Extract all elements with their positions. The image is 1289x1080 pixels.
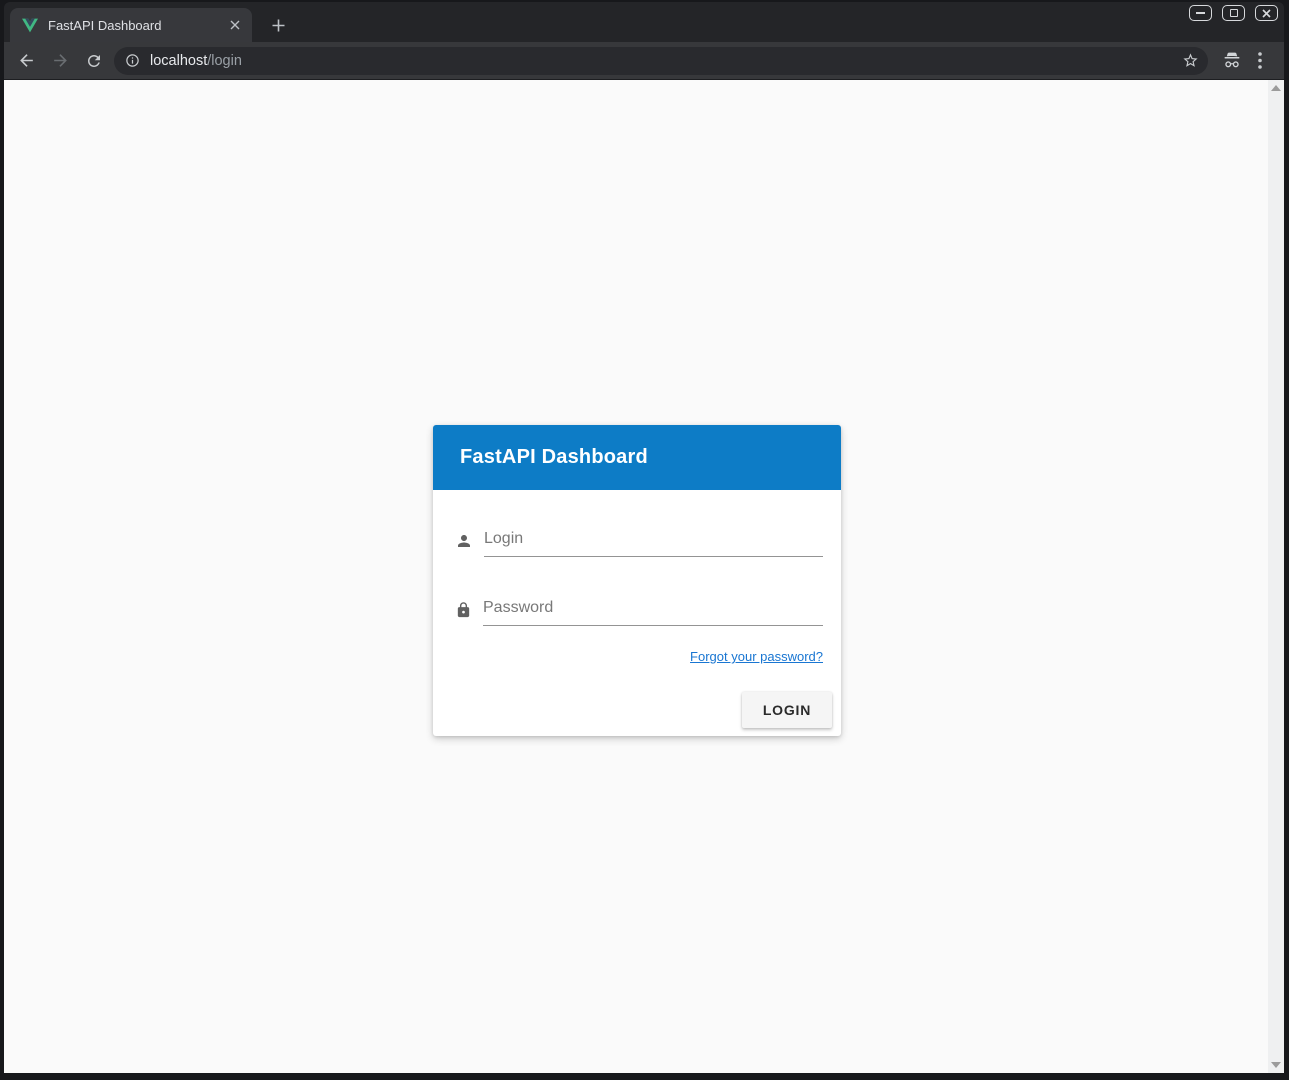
tab-close-icon[interactable]	[226, 16, 244, 34]
password-field-row	[455, 595, 823, 626]
login-card-body: Forgot your password? LOGIN	[433, 490, 841, 736]
browser-tab[interactable]: FastAPI Dashboard	[10, 8, 252, 42]
lock-icon	[455, 601, 472, 619]
scrollbar-down-icon[interactable]	[1271, 1062, 1281, 1068]
incognito-icon	[1218, 47, 1246, 75]
address-bar[interactable]: localhost/login	[114, 47, 1208, 75]
card-actions: LOGIN	[455, 692, 832, 728]
forward-arrow-icon[interactable]	[46, 47, 74, 75]
browser-window: FastAPI Dashboard	[0, 0, 1289, 1080]
new-tab-button[interactable]	[266, 13, 290, 37]
url-host: localhost	[150, 53, 207, 69]
login-card-header: FastAPI Dashboard	[433, 425, 841, 490]
minimize-button-icon[interactable]	[1189, 5, 1212, 21]
site-info-icon[interactable]	[125, 53, 140, 68]
reload-icon[interactable]	[80, 47, 108, 75]
page-scrollbar[interactable]	[1268, 80, 1284, 1073]
url-text[interactable]: localhost/login	[150, 53, 1178, 69]
login-button[interactable]: LOGIN	[742, 692, 832, 728]
login-field-row	[455, 526, 823, 557]
maximize-button-icon[interactable]	[1222, 5, 1245, 21]
browser-toolbar: localhost/login	[4, 42, 1284, 80]
close-button-icon[interactable]	[1255, 5, 1278, 21]
login-card: FastAPI Dashboard	[433, 425, 841, 736]
password-input[interactable]	[483, 595, 823, 626]
vue-logo-icon	[22, 18, 38, 33]
forgot-password-link[interactable]: Forgot your password?	[690, 649, 823, 664]
login-card-title: FastAPI Dashboard	[460, 446, 648, 469]
url-path: /login	[207, 53, 242, 69]
login-input[interactable]	[484, 526, 823, 557]
browser-titlebar: FastAPI Dashboard	[4, 2, 1284, 42]
forgot-password-row: Forgot your password?	[455, 648, 823, 666]
star-icon[interactable]	[1178, 49, 1202, 73]
page-content: FastAPI Dashboard	[4, 80, 1284, 1073]
kebab-menu-icon[interactable]	[1246, 47, 1274, 75]
window-controls	[1189, 5, 1278, 21]
tab-title: FastAPI Dashboard	[48, 18, 226, 33]
person-icon	[455, 532, 473, 550]
back-arrow-icon[interactable]	[12, 47, 40, 75]
scrollbar-up-icon[interactable]	[1271, 85, 1281, 91]
